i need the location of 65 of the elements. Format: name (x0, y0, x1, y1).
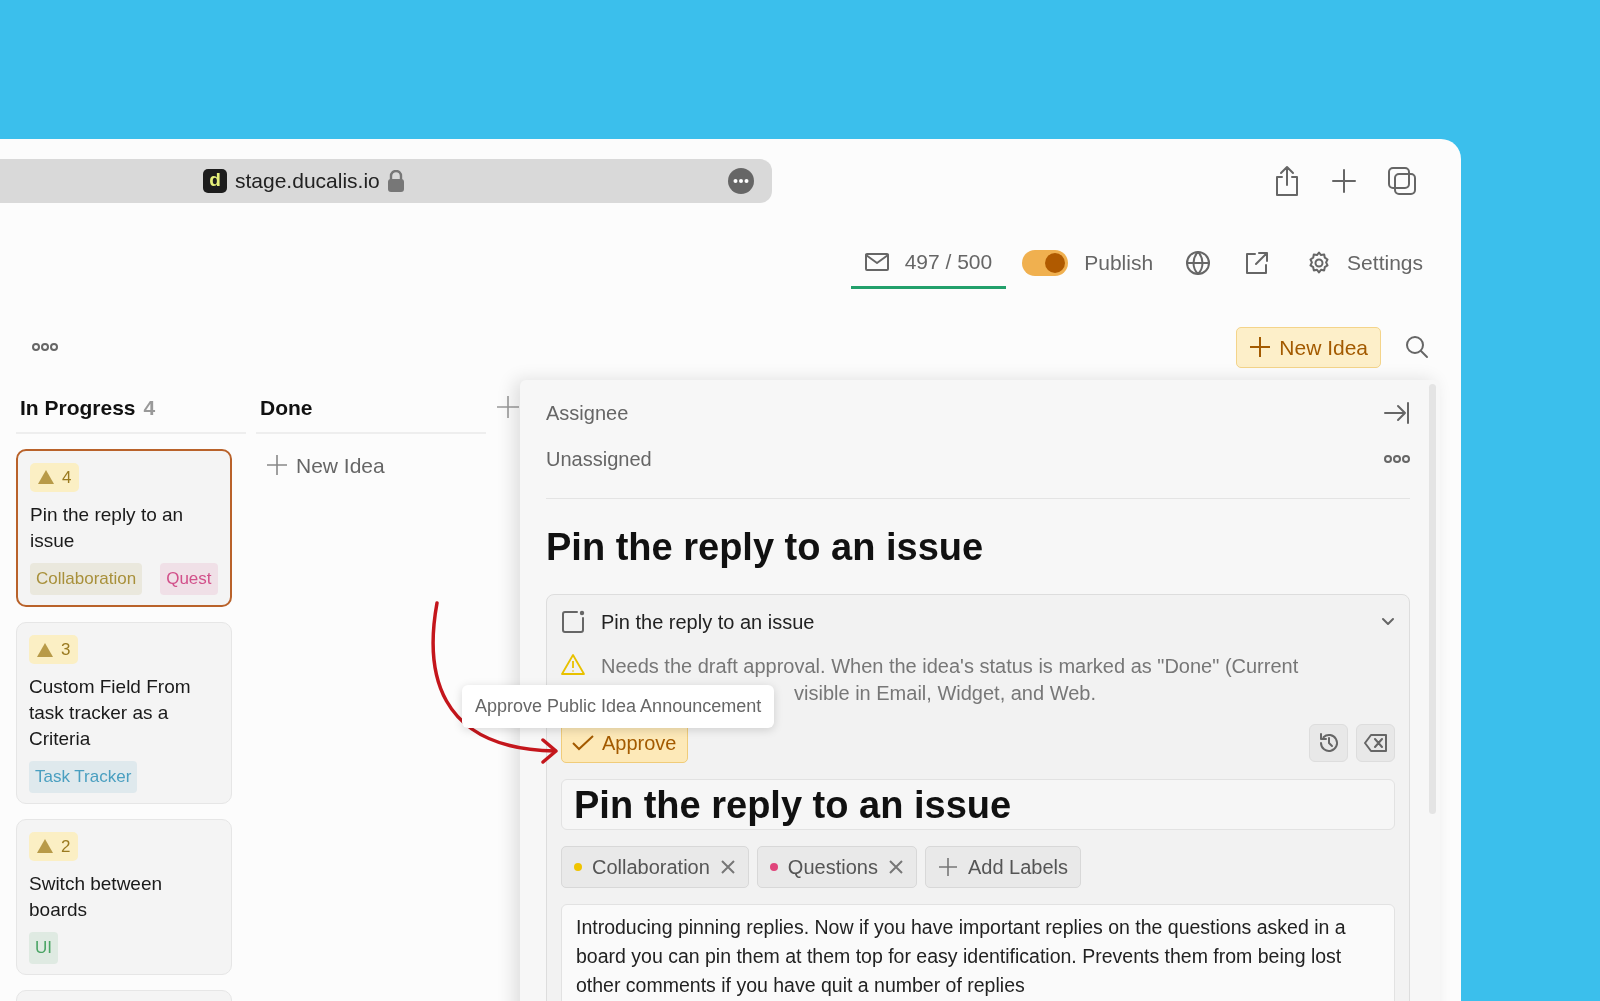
site-favicon: d (203, 169, 227, 193)
label-tag: Quest (160, 563, 218, 595)
vote-badge[interactable]: 4 (30, 462, 80, 492)
chevron-icon[interactable] (1381, 617, 1395, 627)
label-chip[interactable]: Questions (756, 846, 917, 888)
address-bar[interactable]: d stage.ducalis.io (0, 159, 772, 203)
publish-label: Publish (1084, 250, 1154, 276)
share-icon[interactable] (1273, 165, 1301, 197)
more-icon[interactable] (728, 168, 754, 194)
clear-icon (1363, 734, 1388, 752)
history-button[interactable] (1309, 724, 1348, 762)
title-input[interactable]: Pin the reply to an issue (561, 779, 1395, 830)
card-title: Switch between boards (29, 872, 164, 922)
plus-icon (1249, 336, 1272, 359)
remove-icon[interactable] (719, 859, 736, 875)
column-header: In Progress 4 (16, 392, 246, 434)
vote-badge[interactable]: 3 (29, 634, 79, 665)
draft-icon (561, 610, 585, 634)
remove-icon[interactable] (887, 859, 904, 875)
idea-title: Pin the reply to an issue (546, 525, 985, 570)
plus-icon[interactable] (1331, 168, 1357, 194)
plus-icon (937, 857, 958, 877)
idea-card[interactable]: 3 Custom Field From task tracker as a Criteria Task Tracker (16, 621, 232, 804)
triangle-icon (38, 470, 54, 485)
settings-link[interactable]: Settings (1347, 247, 1423, 279)
settings-icon[interactable] (1307, 250, 1332, 275)
email-quota-tab[interactable]: 497 / 500 (850, 246, 1007, 289)
url-text: stage.ducalis.io (235, 168, 380, 195)
check-icon (572, 735, 594, 751)
new-idea-button[interactable]: New Idea (1236, 326, 1381, 368)
label-chip[interactable]: Collaboration (561, 846, 749, 888)
plus-icon (266, 454, 288, 477)
search-icon[interactable] (1405, 335, 1429, 360)
mail-icon (864, 252, 889, 271)
new-idea-link[interactable]: New Idea (256, 449, 486, 481)
description-text[interactable]: Introducing pinning replies. Now if you have important replies on the questions asked in a board you can pin them at them top for easy identification. Prevents them from being lost other comments if you have quit a number of replies (561, 904, 1395, 1001)
assignee-value[interactable]: Unassigned (546, 444, 652, 474)
more-icon[interactable] (32, 343, 58, 352)
add-labels-button[interactable]: Add Labels (924, 846, 1081, 888)
idea-card[interactable]: 4 Pin the reply to an issue Collaboration Quest (16, 448, 232, 607)
tooltip: Approve Public Idea Announcement (462, 685, 775, 728)
triangle-icon (37, 839, 53, 854)
column-header: Done (256, 392, 486, 434)
card-title: Custom Field From task tracker as a Criteria (29, 675, 192, 751)
tabs-icon[interactable] (1387, 166, 1417, 196)
vote-badge[interactable]: 2 (29, 831, 79, 862)
warning-text: visible in Email, Widget, and Web. (794, 681, 1097, 706)
label-tag: Task Tracker (29, 761, 138, 793)
label-tag: UI (29, 932, 58, 964)
collapse-panel-icon[interactable] (1384, 402, 1410, 424)
publish-toggle[interactable] (1022, 249, 1069, 276)
lock-icon (387, 170, 404, 192)
external-link-icon[interactable] (1245, 250, 1270, 275)
warning-text: Needs the draft approval. When the idea's status is marked as "Done" (Current (601, 654, 1299, 679)
history-icon (1317, 732, 1340, 754)
warning-icon (561, 653, 585, 675)
idea-card[interactable]: 2 Switch between boards UI (16, 818, 232, 975)
draft-heading: Pin the reply to an issue (601, 610, 815, 635)
more-icon[interactable] (1384, 455, 1410, 463)
globe-icon[interactable] (1185, 249, 1212, 276)
clear-button[interactable] (1356, 724, 1395, 762)
triangle-icon (37, 642, 53, 657)
card-title: Pin the reply to an issue (30, 503, 185, 553)
label-tag: Collaboration (30, 563, 143, 595)
assignee-label: Assignee (546, 401, 629, 426)
